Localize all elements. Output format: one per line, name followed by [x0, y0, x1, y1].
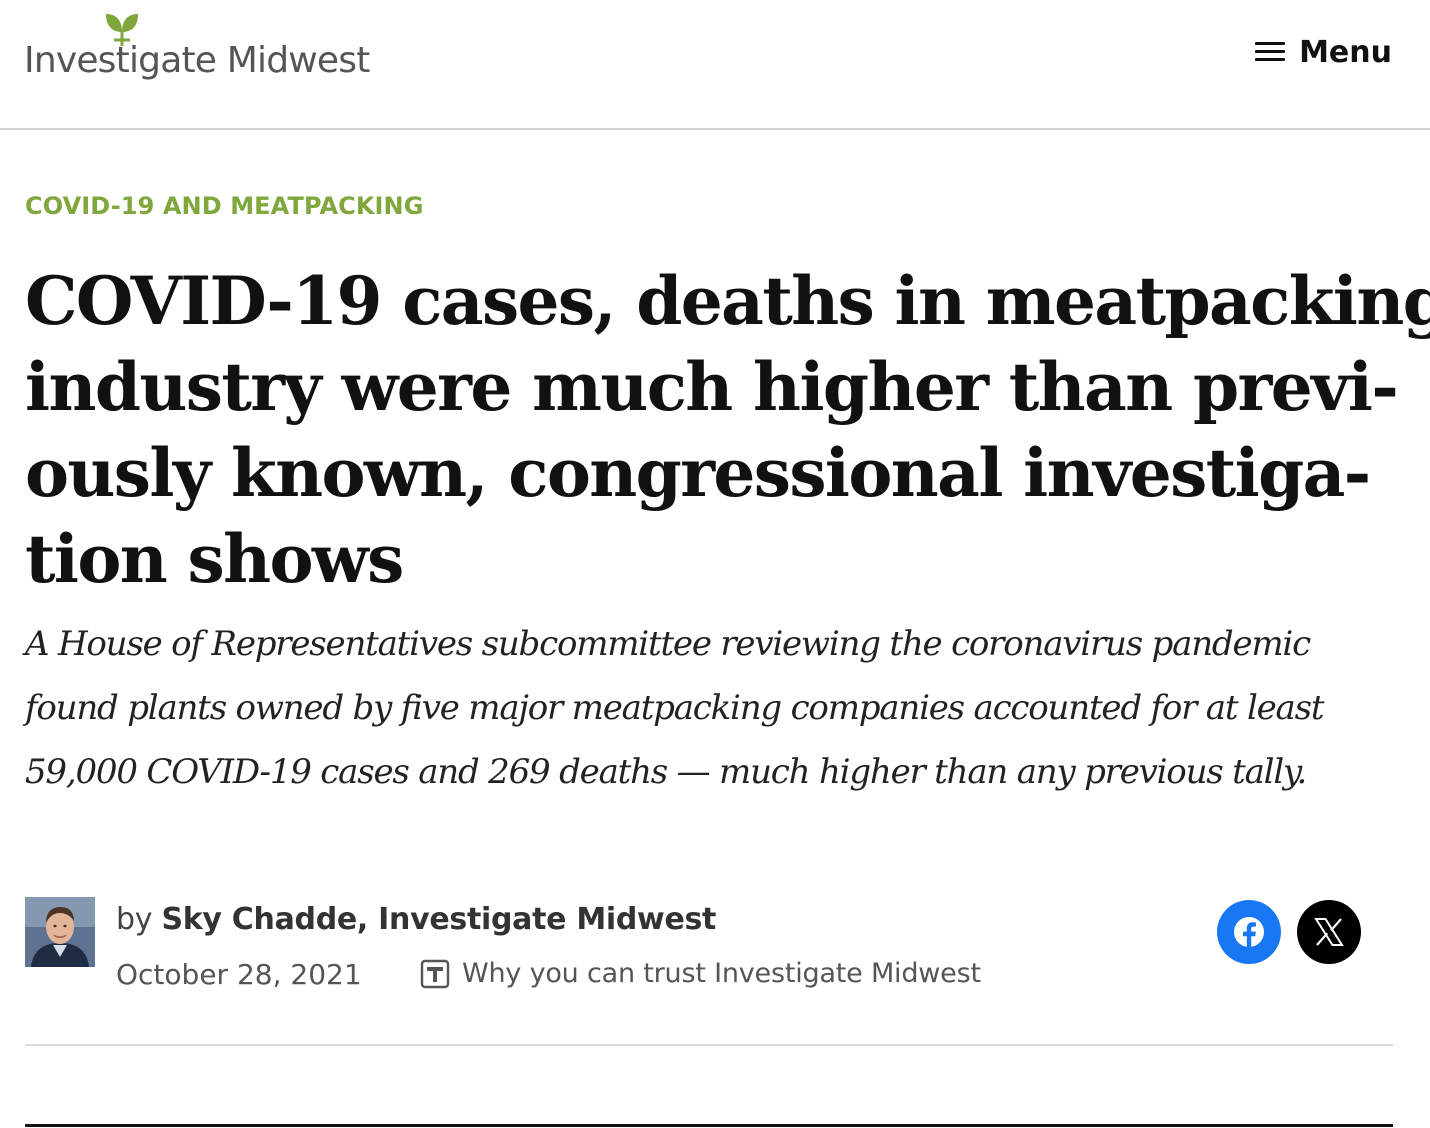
article-dek: A House of Representatives subcommittee …	[25, 612, 1415, 804]
facebook-icon	[1234, 917, 1264, 949]
trust-label: Why you can trust Investigate Midwest	[462, 958, 981, 989]
logo-text: Investigate Midwest	[24, 40, 370, 81]
headline-line: ously known, congressional investiga-	[25, 434, 1371, 512]
hamburger-icon	[1255, 41, 1286, 63]
dek-line: A House of Representatives subcommittee …	[25, 624, 1311, 664]
divider	[25, 1124, 1393, 1127]
publish-date: October 28, 2021	[116, 958, 362, 991]
category-link[interactable]: COVID-19 AND MEATPACKING	[25, 192, 424, 220]
divider	[25, 1044, 1393, 1046]
menu-button[interactable]: Menu	[1255, 30, 1392, 74]
trust-link[interactable]: Why you can trust Investigate Midwest	[420, 958, 981, 989]
author-link[interactable]: Sky Chadde, Investigate Midwest	[161, 902, 716, 937]
article-headline: COVID-19 cases, deaths in meatpacking in…	[25, 258, 1430, 602]
headline-line: tion shows	[25, 520, 404, 598]
author-avatar[interactable]	[25, 897, 95, 967]
headline-line: COVID-19 cases, deaths in meatpacking	[25, 262, 1430, 340]
author-photo	[25, 897, 95, 967]
trust-icon	[420, 959, 450, 988]
menu-label: Menu	[1299, 34, 1392, 70]
site-logo[interactable]: Investigate Midwest	[24, 10, 384, 90]
site-header: Investigate Midwest Menu	[0, 0, 1430, 130]
headline-line: industry were much higher than previ-	[25, 348, 1399, 426]
share-x-button[interactable]	[1297, 900, 1361, 964]
dek-line: 59,000 COVID-19 cases and 269 deaths — m…	[25, 752, 1307, 792]
x-icon	[1314, 918, 1344, 946]
byline: by Sky Chadde, Investigate Midwest	[116, 902, 716, 937]
share-facebook-button[interactable]	[1217, 900, 1281, 964]
byline-prefix: by	[116, 902, 153, 937]
dek-line: found plants owned by five major meatpac…	[25, 688, 1325, 728]
